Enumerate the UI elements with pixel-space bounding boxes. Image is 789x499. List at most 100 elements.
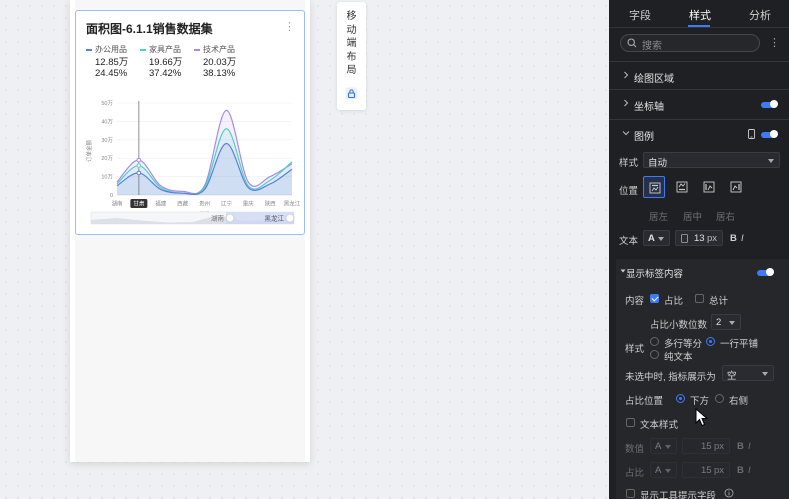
text-style-label: 文本样式 [640, 420, 679, 431]
area-chart[interactable]: 0 10万 20万 30万 40万 50万 订单金额 湖南 甘肃 福建 西藏 贵州 辽宁 重庆 陕西 黑龙… [76, 89, 304, 234]
legend-style-label: 样式 [619, 158, 639, 169]
legend-left-icon [703, 181, 715, 193]
legend-text-label: 文本 [619, 236, 639, 247]
font-value: A [648, 233, 655, 244]
pct-size-input[interactable]: 15 px [682, 462, 730, 478]
legend-pos-top[interactable] [643, 176, 665, 198]
chevron-down-icon [768, 159, 774, 163]
legend-right-icon [730, 181, 742, 193]
font-size-value: 13 [694, 233, 705, 244]
value-style-label: 数值 [625, 444, 645, 455]
chevron-right-icon [624, 71, 629, 79]
value-italic-button[interactable]: I [748, 441, 751, 452]
font-value: A [655, 441, 662, 452]
x-tick-label: 贵州 [199, 200, 210, 208]
lock-icon[interactable] [345, 87, 358, 100]
pct-font-select[interactable]: A [650, 462, 677, 478]
slider-handle-end [285, 213, 295, 223]
label-settings-panel: 显示标签内容 内容 占比 总计 占比小数位数 2 样式 多行等分 一行平铺 纯文… [616, 259, 789, 499]
italic-button[interactable]: I [741, 233, 744, 244]
chevron-down-icon [622, 131, 630, 136]
align-right-option[interactable]: 居右 [716, 209, 735, 223]
legend-top-icon [649, 182, 661, 194]
tab-fields[interactable]: 字段 [629, 7, 651, 23]
style-plain-radio[interactable] [650, 350, 659, 359]
x-tick-label: 辽宁 [221, 200, 233, 208]
bold-button[interactable]: B [730, 233, 737, 244]
legend-style-select[interactable]: 自动 [643, 152, 780, 169]
legend-value: 19.66万 37.42% [149, 57, 200, 79]
search-input[interactable]: 搜索 [620, 34, 760, 52]
value-font-select[interactable]: A [650, 438, 677, 454]
label-style-label: 样式 [625, 344, 645, 355]
align-left-option[interactable]: 居左 [649, 209, 668, 223]
x-tick-label: 西藏 [177, 200, 189, 208]
section-axis[interactable]: 坐标轴 [609, 89, 789, 117]
chart-areas [116, 109, 293, 196]
mobile-preview-body: 面积图-6.1.1销售数据集 ⋮ 办公用品 12.85万 24.45% 家具产品 … [75, 0, 305, 462]
decimals-select[interactable]: 2 [711, 314, 741, 330]
pos-below-radio[interactable] [676, 394, 685, 403]
total-checkbox[interactable] [695, 294, 704, 303]
x-tick-label: 福建 [155, 200, 167, 208]
style-multi-radio[interactable] [650, 337, 659, 346]
legend-name: 办公用品 [95, 45, 127, 54]
legend-pos-right[interactable] [725, 176, 747, 198]
total-option-label: 总计 [709, 296, 729, 307]
section-legend[interactable]: 图例 [609, 119, 789, 147]
pct-italic-button[interactable]: I [748, 465, 751, 476]
chevron-down-icon [665, 445, 671, 449]
more-options-icon[interactable]: ⋮ [769, 36, 780, 49]
mobile-layout-char: 端 [346, 38, 357, 49]
unselected-select[interactable]: 空 [722, 365, 774, 382]
legend-toggle[interactable] [761, 130, 778, 138]
align-center-option[interactable]: 居中 [683, 209, 702, 223]
legend-font-size-input[interactable]: 13 px [675, 230, 723, 246]
legend-item-tech[interactable]: 技术产品 20.03万 38.13% [194, 44, 254, 79]
chart-card[interactable]: 面积图-6.1.1销售数据集 ⋮ 办公用品 12.85万 24.45% 家具产品 … [75, 10, 305, 235]
section-plot-area[interactable]: 绘图区域 [609, 61, 789, 89]
tab-analysis[interactable]: 分析 [749, 7, 771, 23]
style-single-radio[interactable] [706, 337, 715, 346]
size-unit: px [714, 441, 725, 452]
search-icon [627, 38, 637, 48]
tab-style[interactable]: 样式 [689, 7, 711, 23]
y-tick-label: 50万 [101, 100, 113, 107]
more-icon[interactable]: ⋮ [284, 20, 295, 33]
legend-item-furniture[interactable]: 家具产品 19.66万 37.42% [140, 44, 200, 79]
x-tick-label: 黑龙江 [284, 200, 301, 208]
legend-marker [86, 48, 92, 51]
search-placeholder: 搜索 [642, 41, 662, 52]
slider-end-label: 黑龙江 [265, 214, 285, 223]
value-size-input[interactable]: 15 px [682, 438, 730, 454]
value-bold-button[interactable]: B [737, 441, 744, 452]
pct-bold-button[interactable]: B [737, 465, 744, 476]
legend-font-select[interactable]: A [643, 230, 670, 246]
legend-value: 20.03万 38.13% [203, 57, 254, 79]
legend-pos-bottom[interactable] [671, 176, 693, 198]
legend-bottom-icon [676, 181, 688, 193]
legend-name: 技术产品 [203, 45, 235, 54]
legend-pos-left[interactable] [698, 176, 720, 198]
mobile-layout-label: 移动端布局 [337, 10, 366, 78]
mobile-icon[interactable] [748, 129, 755, 139]
mobile-layout-char: 动 [346, 24, 357, 36]
y-tick-label: 40万 [101, 118, 113, 125]
pct-option-label: 占比 [664, 296, 684, 307]
data-point [136, 170, 142, 176]
font-value: A [655, 465, 662, 476]
tooltip-field-checkbox[interactable] [626, 489, 635, 498]
axis-toggle[interactable] [761, 100, 778, 108]
legend-item-office[interactable]: 办公用品 12.85万 24.45% [86, 44, 146, 79]
info-icon[interactable] [724, 488, 734, 498]
pos-right-radio[interactable] [715, 394, 724, 403]
legend-percent: 37.42% [149, 68, 182, 79]
legend-position-label: 位置 [619, 186, 639, 197]
pct-checkbox[interactable] [650, 294, 659, 303]
pos-right-label: 右侧 [729, 396, 749, 407]
chevron-down-icon [729, 321, 735, 325]
text-style-checkbox[interactable] [626, 418, 635, 427]
section-label: 绘图区域 [634, 74, 674, 85]
slider-handle-start [225, 213, 235, 223]
label-content-toggle[interactable] [757, 268, 774, 276]
